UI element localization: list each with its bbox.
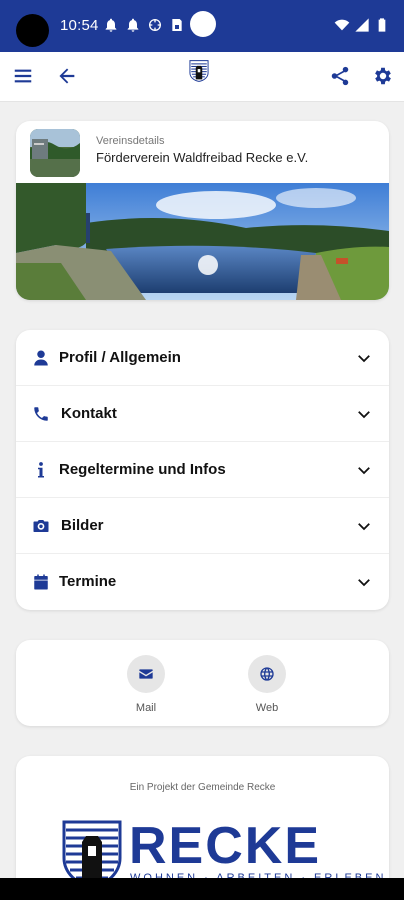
settings-button[interactable] [371, 64, 395, 88]
crosshair-icon [148, 19, 161, 31]
project-card: Ein Projekt der Gemeinde Recke RECKE WOH… [16, 756, 389, 896]
user-icon [32, 349, 50, 367]
camera-icon [32, 517, 50, 535]
app-bar [0, 52, 404, 102]
notification-dot [190, 11, 216, 37]
signal-icon [355, 18, 369, 32]
calendar-icon [32, 573, 50, 591]
club-thumbnail [30, 129, 80, 177]
info-icon [32, 461, 50, 479]
chevron-down-icon [355, 517, 373, 535]
back-button[interactable] [55, 64, 79, 88]
chevron-down-icon [355, 349, 373, 367]
recke-wordmark: RECKE [129, 817, 322, 875]
menu-icon [14, 69, 32, 83]
section-bilder[interactable]: Bilder [16, 498, 389, 554]
section-profil[interactable]: Profil / Allgemein [16, 330, 389, 386]
sim-icon [172, 19, 182, 31]
menu-button[interactable] [11, 64, 35, 88]
arrow-left-icon [59, 68, 75, 84]
mail-link[interactable]: Mail [116, 655, 176, 714]
section-regeltermine[interactable]: Regeltermine und Infos [16, 442, 389, 498]
wifi-icon [334, 19, 350, 31]
share-icon [331, 66, 349, 86]
section-label: Termine [59, 573, 117, 590]
section-accordion: Profil / Allgemein Kontakt Regeltermine … [16, 330, 389, 610]
section-label: Regeltermine und Infos [59, 461, 226, 478]
section-label: Kontakt [61, 405, 117, 422]
mail-icon [127, 655, 165, 693]
bell-icon [105, 18, 117, 32]
chevron-down-icon [355, 573, 373, 591]
club-details-card[interactable]: Vereinsdetails Förderverein Waldfreibad … [16, 121, 389, 300]
section-label: Bilder [61, 517, 104, 534]
section-kontakt[interactable]: Kontakt [16, 386, 389, 442]
project-text: Ein Projekt der Gemeinde Recke [129, 782, 276, 793]
section-termine[interactable]: Termine [16, 554, 389, 610]
section-label: Profil / Allgemein [59, 349, 181, 366]
phone-icon [32, 405, 50, 423]
status-right-icons [334, 17, 390, 33]
details-label: Vereinsdetails [96, 135, 165, 147]
web-link[interactable]: Web [237, 655, 297, 714]
camera-cutout [16, 14, 49, 47]
status-time: 10:54 [60, 17, 99, 34]
gear-icon [375, 67, 391, 85]
chevron-down-icon [355, 461, 373, 479]
status-bar: 10:54 [0, 0, 404, 52]
bell-icon [127, 18, 139, 32]
coat-of-arms-logo [189, 60, 209, 82]
chevron-down-icon [355, 405, 373, 423]
globe-icon [248, 655, 286, 693]
club-panorama-photo [16, 183, 389, 300]
web-label: Web [255, 702, 279, 714]
system-navigation-bar [0, 878, 404, 900]
club-name: Förderverein Waldfreibad Recke e.V. [96, 150, 309, 165]
battery-icon [378, 18, 386, 32]
status-icons [103, 17, 185, 33]
contact-links-card: Mail Web [16, 640, 389, 726]
mail-label: Mail [135, 702, 157, 714]
share-button[interactable] [328, 64, 352, 88]
